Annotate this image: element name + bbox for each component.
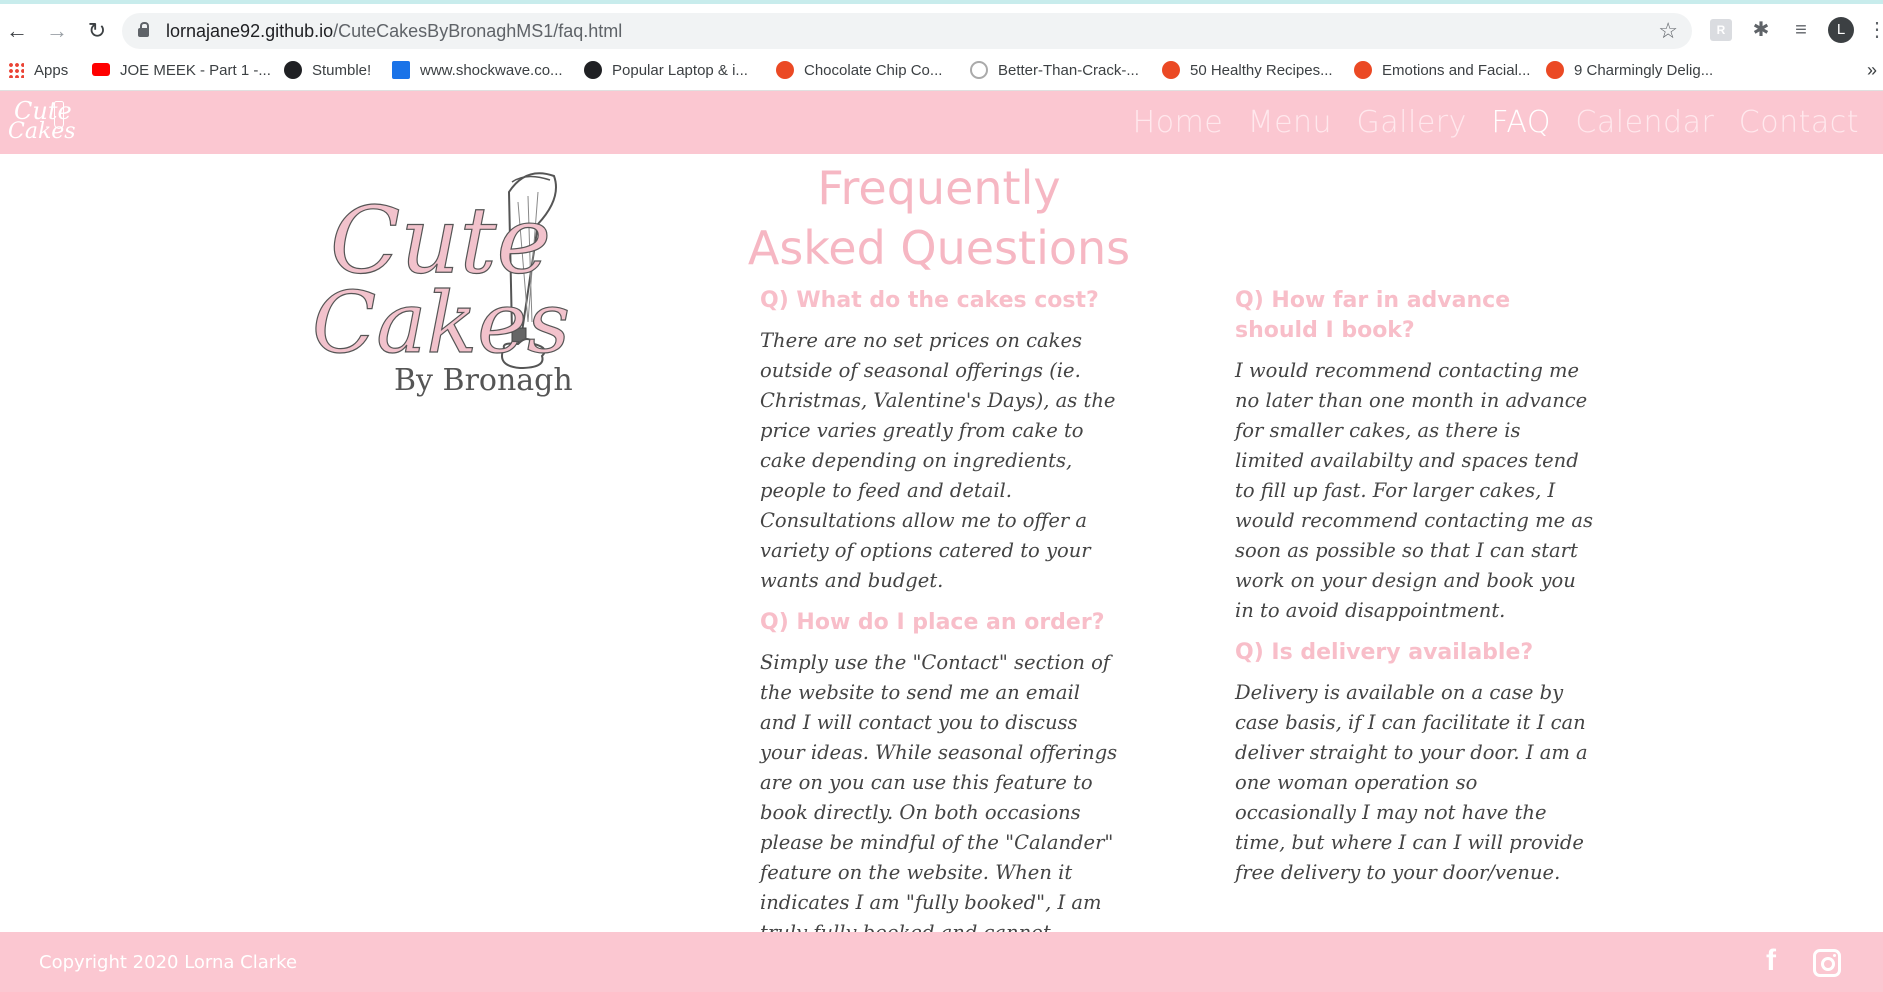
brand-logo-line2: Cakes bbox=[312, 274, 570, 372]
media-queue-icon[interactable]: ≡ bbox=[1790, 19, 1812, 41]
stumbleupon-icon bbox=[776, 61, 794, 80]
bookmark-star-icon[interactable]: ☆ bbox=[1658, 18, 1678, 44]
bookmark-emotions-facial[interactable]: Emotions and Facial... bbox=[1354, 61, 1531, 82]
facebook-icon[interactable]: f bbox=[1766, 944, 1776, 978]
browser-toolbar: ← → ↻ lornajane92.github.io/CuteCakesByB… bbox=[0, 0, 1883, 58]
bookmark-label: Stumble! bbox=[312, 62, 372, 79]
faq-answer: I would recommend contacting me no later… bbox=[1235, 359, 1593, 622]
lock-icon bbox=[138, 22, 149, 37]
faq-question: Q) How do I place an order? bbox=[760, 610, 1105, 635]
nav-menu[interactable]: Menu bbox=[1248, 105, 1332, 140]
bookmark-apps[interactable]: Apps bbox=[8, 62, 68, 82]
menu-kebab-icon[interactable]: ⋮ bbox=[1866, 19, 1883, 41]
faq-answer: There are no set prices on cakes outside… bbox=[760, 329, 1116, 592]
faq-answer: Delivery is available on a case by case … bbox=[1235, 681, 1588, 884]
brand-logo-line3: By Bronagh bbox=[394, 363, 573, 398]
bookmarks-overflow-icon[interactable]: » bbox=[1867, 60, 1877, 81]
piping-bag-icon bbox=[54, 101, 64, 129]
globe-icon bbox=[284, 61, 302, 80]
nav-faq[interactable]: FAQ bbox=[1491, 105, 1551, 140]
bookmark-better-than-crack[interactable]: Better-Than-Crack-... bbox=[970, 61, 1139, 82]
faq-column-right: Q) How far in advance should I book? I w… bbox=[1235, 286, 1595, 888]
bookmark-chocolate-chip[interactable]: Chocolate Chip Co... bbox=[776, 61, 943, 82]
reload-icon[interactable]: ↻ bbox=[84, 18, 110, 44]
profile-avatar[interactable]: L bbox=[1828, 17, 1854, 43]
forward-arrow-icon[interactable]: → bbox=[44, 18, 70, 44]
bookmark-healthy-recipes[interactable]: 50 Healthy Recipes... bbox=[1162, 61, 1333, 82]
bookmark-label: Emotions and Facial... bbox=[1382, 62, 1531, 79]
url-path: /CuteCakesByBronaghMS1/faq.html bbox=[333, 21, 623, 41]
bookmark-label: 9 Charmingly Delig... bbox=[1574, 62, 1714, 79]
bookmark-label: Apps bbox=[34, 62, 69, 79]
apps-grid-icon bbox=[8, 62, 24, 79]
heart-icon bbox=[970, 61, 988, 80]
back-arrow-icon[interactable]: ← bbox=[4, 18, 30, 44]
site-favicon-icon bbox=[584, 61, 602, 80]
nav-gallery[interactable]: Gallery bbox=[1357, 105, 1467, 140]
address-bar[interactable]: lornajane92.github.io/CuteCakesByBronagh… bbox=[122, 13, 1692, 49]
faq-question: Q) Is delivery available? bbox=[1235, 640, 1534, 665]
faq-answer: Simply use the "Contact" section of the … bbox=[760, 651, 1118, 974]
bookmark-label: JOE MEEK - Part 1 -... bbox=[120, 62, 271, 79]
bookmark-joe-meek[interactable]: JOE MEEK - Part 1 -... bbox=[92, 62, 271, 82]
puzzle-icon[interactable]: ✱ bbox=[1750, 19, 1772, 41]
stumbleupon-icon bbox=[1354, 61, 1372, 80]
bookmark-label: 50 Healthy Recipes... bbox=[1190, 62, 1333, 79]
faq-question: Q) How far in advance should I book? bbox=[1235, 288, 1511, 343]
bookmark-label: Chocolate Chip Co... bbox=[804, 62, 943, 79]
faq-column-left: Q) What do the cakes cost? There are no … bbox=[760, 286, 1120, 978]
bookmark-stumble[interactable]: Stumble! bbox=[284, 61, 372, 82]
nav-contact[interactable]: Contact bbox=[1739, 105, 1859, 140]
faq-item: Q) Is delivery available? Delivery is av… bbox=[1235, 638, 1595, 888]
faq-question: Q) What do the cakes cost? bbox=[760, 288, 1099, 313]
stumbleupon-icon bbox=[1546, 61, 1564, 80]
extension-icon[interactable]: R bbox=[1710, 19, 1732, 41]
navbar-logo[interactable]: Cute Cakes bbox=[8, 97, 76, 147]
site-footer: Copyright 2020 Lorna Clarke f bbox=[0, 932, 1883, 992]
nav-calendar[interactable]: Calendar bbox=[1575, 105, 1714, 140]
nav-home[interactable]: Home bbox=[1133, 105, 1224, 140]
bookmark-label: www.shockwave.co... bbox=[420, 62, 563, 79]
page-title: Frequently Asked Questions bbox=[747, 161, 1131, 275]
faq-item: Q) How far in advance should I book? I w… bbox=[1235, 286, 1595, 626]
bookmark-label: Popular Laptop & i... bbox=[612, 62, 748, 79]
faq-item: Q) How do I place an order? Simply use t… bbox=[760, 608, 1120, 978]
bookmark-charmingly-delig[interactable]: 9 Charmingly Delig... bbox=[1546, 61, 1714, 82]
url-host: lornajane92.github.io bbox=[166, 21, 334, 41]
copyright-text: Copyright 2020 Lorna Clarke bbox=[39, 952, 298, 973]
faq-item: Q) What do the cakes cost? There are no … bbox=[760, 286, 1120, 596]
site-navbar: Cute Cakes Home Menu Gallery FAQ Calenda… bbox=[0, 91, 1883, 154]
stumbleupon-icon bbox=[1162, 61, 1180, 80]
logo-line2: Cakes bbox=[8, 119, 76, 144]
bookmark-shockwave[interactable]: www.shockwave.co... bbox=[392, 61, 563, 82]
bookmark-label: Better-Than-Crack-... bbox=[998, 62, 1139, 79]
instagram-icon[interactable] bbox=[1813, 949, 1841, 977]
nav-links: Home Menu Gallery FAQ Calendar Contact bbox=[1113, 105, 1859, 140]
youtube-icon bbox=[92, 62, 110, 76]
brand-logo: Cute Cakes By Bronagh bbox=[311, 172, 573, 398]
shockwave-icon bbox=[392, 61, 410, 80]
bookmark-popular-laptop[interactable]: Popular Laptop & i... bbox=[584, 61, 748, 82]
bookmarks-bar: Apps JOE MEEK - Part 1 -... Stumble! www… bbox=[0, 54, 1883, 91]
url-text: lornajane92.github.io/CuteCakesByBronagh… bbox=[166, 21, 622, 42]
